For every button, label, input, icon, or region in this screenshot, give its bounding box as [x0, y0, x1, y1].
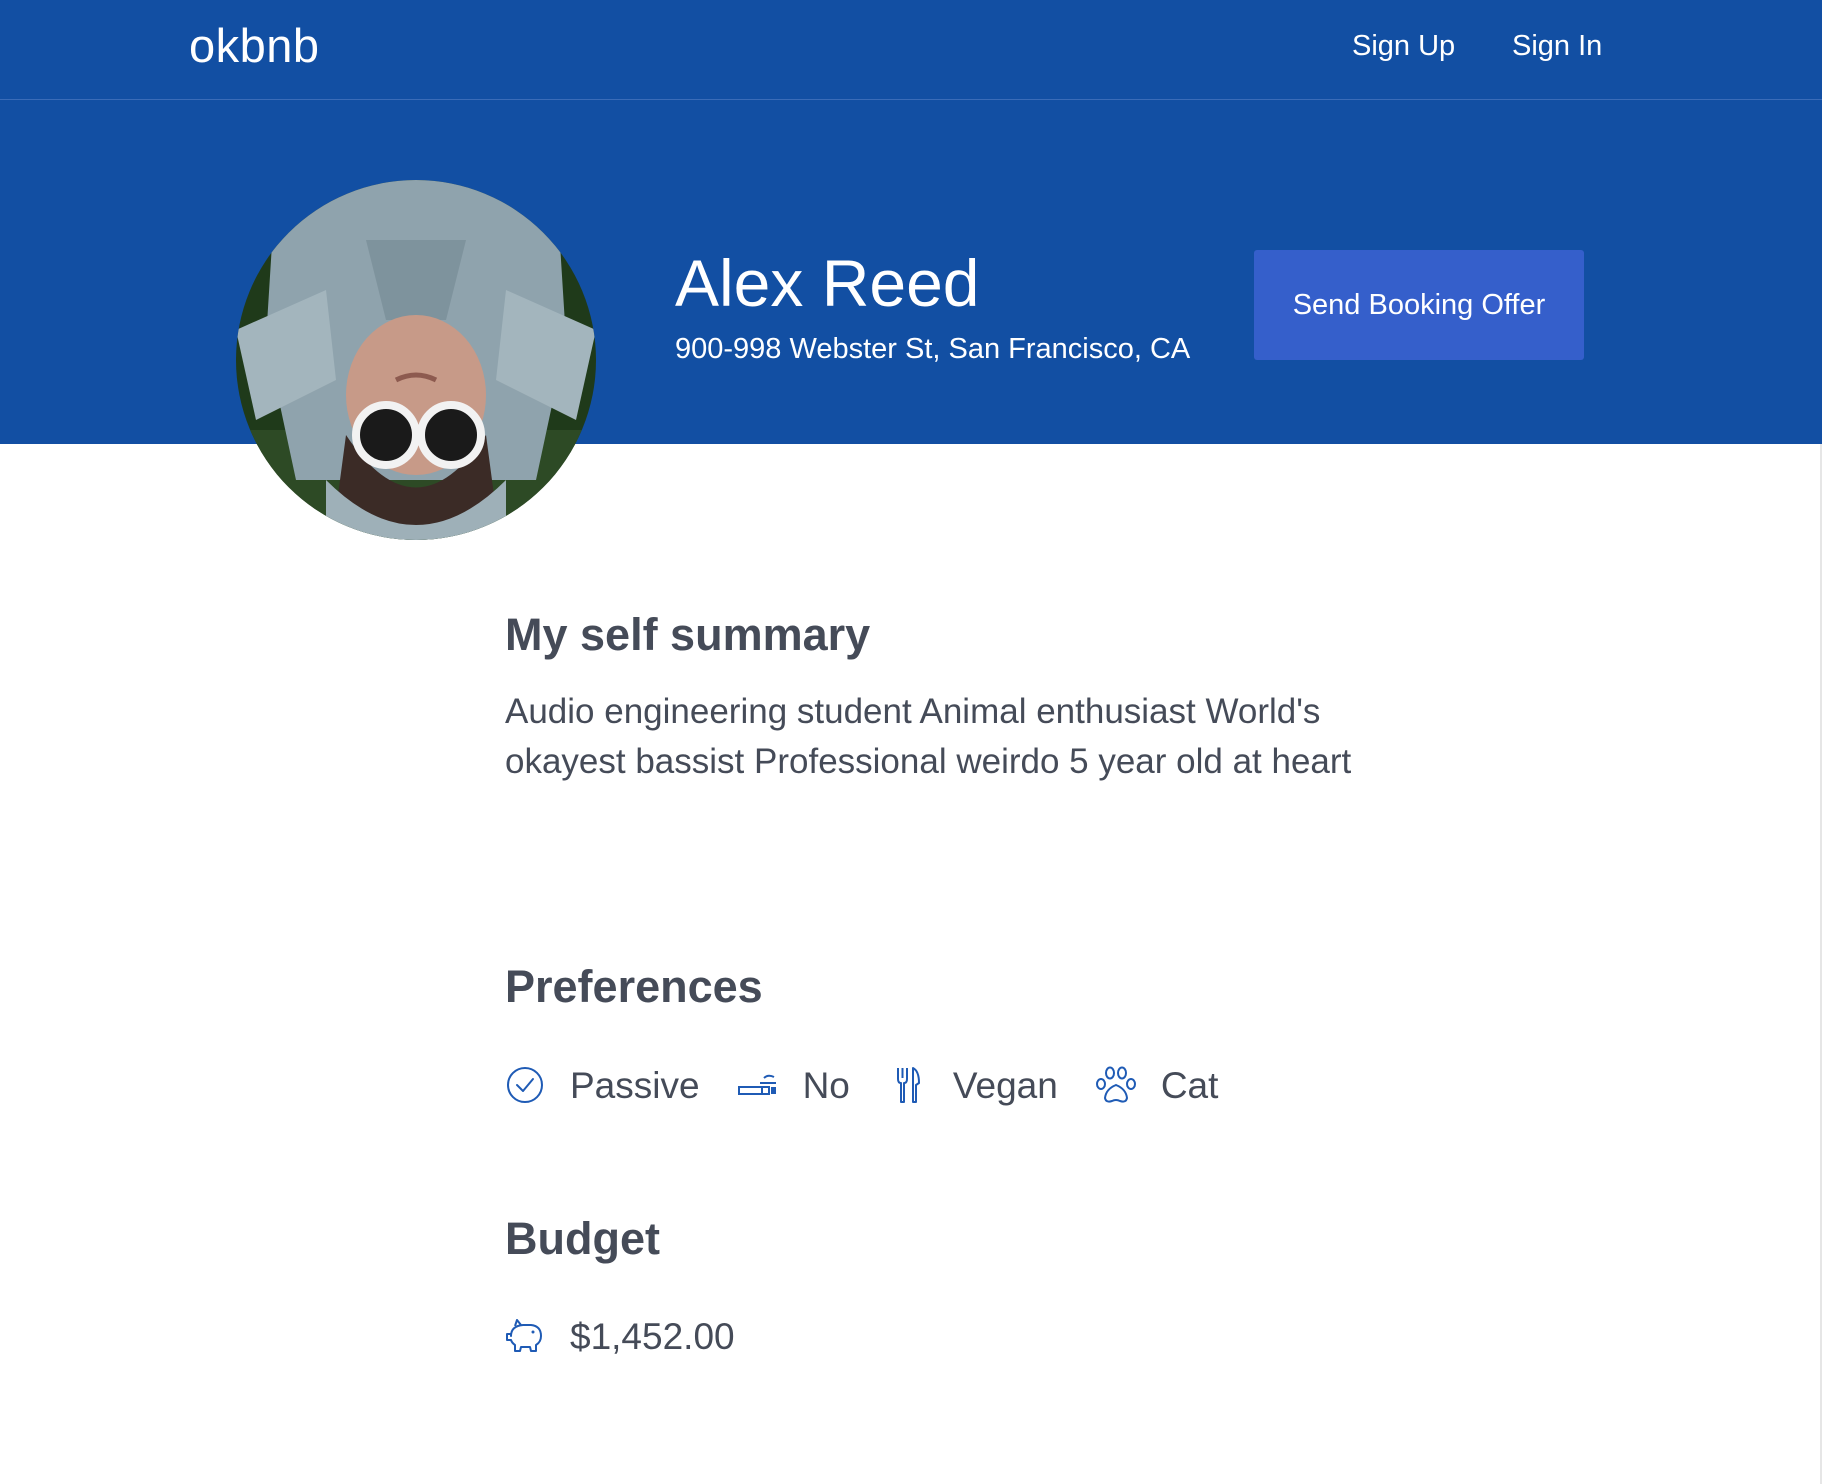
- preference-label: Passive: [570, 1064, 700, 1106]
- budget-value: $1,452.00: [570, 1315, 735, 1357]
- brand-logo[interactable]: okbnb: [189, 22, 320, 69]
- avatar: [236, 180, 596, 540]
- check-circle-icon: [505, 1065, 545, 1105]
- budget-row: $1,452.00: [505, 1313, 735, 1359]
- preferences-heading: Preferences: [505, 961, 763, 1012]
- preferences-list: Passive No Vegan Cat: [505, 1062, 1256, 1108]
- fork-knife-icon: [888, 1065, 928, 1105]
- self-summary-text: Audio engineering student Animal enthusi…: [505, 692, 1352, 781]
- preference-item-pets: Cat: [1095, 1064, 1219, 1106]
- cigarette-icon: [737, 1065, 778, 1105]
- preference-item-smoking: No: [737, 1064, 850, 1106]
- piggy-bank-icon: [505, 1316, 545, 1356]
- paw-icon: [1095, 1065, 1136, 1105]
- top-navbar: okbnb Sign Up Sign In: [0, 0, 1822, 100]
- self-summary-heading: My self summary: [505, 609, 871, 660]
- profile-address: 900-998 Webster St, San Francisco, CA: [675, 333, 1191, 365]
- sign-up-link[interactable]: Sign Up: [1352, 32, 1455, 61]
- sign-in-link[interactable]: Sign In: [1512, 32, 1602, 61]
- preference-item-diet: Vegan: [888, 1065, 1058, 1105]
- preference-label: Vegan: [952, 1064, 1058, 1106]
- send-booking-offer-button[interactable]: Send Booking Offer: [1254, 250, 1584, 360]
- budget-heading: Budget: [505, 1213, 660, 1264]
- preference-item-noise: Passive: [505, 1065, 700, 1105]
- preference-label: Cat: [1160, 1064, 1219, 1106]
- profile-name: Alex Reed: [675, 246, 980, 320]
- preference-label: No: [802, 1064, 850, 1106]
